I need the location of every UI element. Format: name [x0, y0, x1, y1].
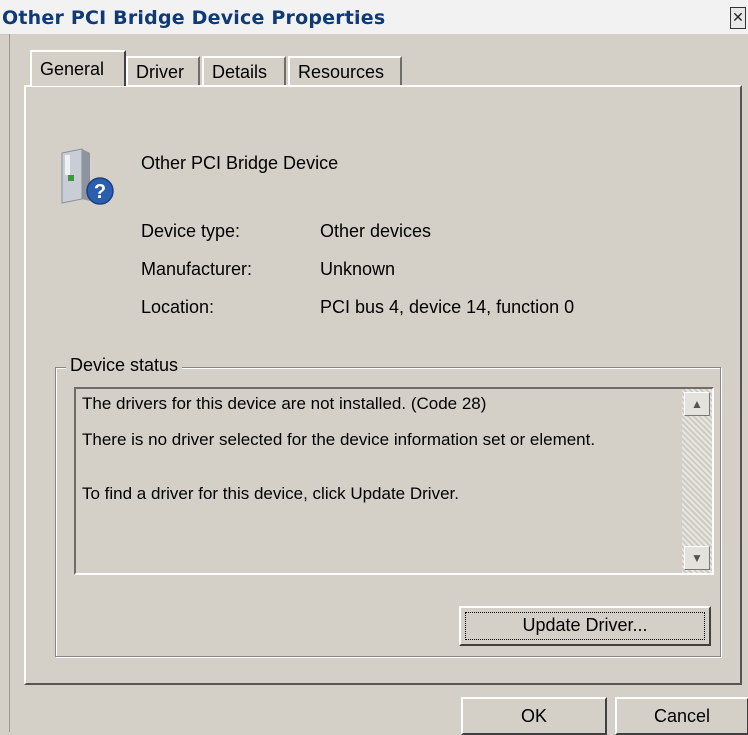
general-panel: ? Other PCI Bridge Device Device type: O…	[24, 85, 742, 685]
close-icon[interactable]: ✕	[730, 7, 746, 29]
unknown-device-icon: ?	[61, 148, 114, 205]
svg-text:?: ?	[94, 181, 106, 203]
status-line: The drivers for this device are not inst…	[82, 394, 487, 413]
cancel-button[interactable]: Cancel	[615, 697, 748, 735]
device-type-value: Other devices	[320, 221, 432, 241]
tab-resources[interactable]: Resources	[288, 56, 402, 85]
location-label: Location:	[141, 297, 215, 317]
ok-button[interactable]: OK	[461, 697, 607, 735]
device-status-label: Device status	[66, 355, 183, 376]
focus-rectangle	[465, 612, 705, 640]
manufacturer-label: Manufacturer:	[141, 259, 253, 279]
scroll-down-icon[interactable]: ▼	[684, 546, 710, 570]
location-value: PCI bus 4, device 14, function 0	[320, 297, 575, 317]
status-scrollbar[interactable]: ▲ ▼	[682, 389, 712, 573]
device-type-label: Device type:	[141, 221, 241, 241]
status-line: There is no driver selected for the devi…	[82, 430, 596, 449]
status-line: To find a driver for this device, click …	[82, 484, 459, 503]
properties-dialog: General Driver Details Resources ? Other…	[9, 34, 748, 735]
window-title: Other PCI Bridge Device Properties	[2, 7, 386, 29]
scroll-up-icon[interactable]: ▲	[684, 392, 710, 416]
tab-driver[interactable]: Driver	[126, 56, 200, 85]
device-name: Other PCI Bridge Device	[141, 153, 339, 173]
device-status-text[interactable]: The drivers for this device are not inst…	[74, 387, 714, 575]
manufacturer-value: Unknown	[320, 259, 396, 279]
tab-details[interactable]: Details	[202, 56, 286, 85]
status-message: The drivers for this device are not inst…	[82, 393, 672, 505]
update-driver-button[interactable]: Update Driver...	[459, 606, 711, 646]
tab-general[interactable]: General	[30, 50, 126, 86]
title-bar: Other PCI Bridge Device Properties ✕	[0, 0, 748, 35]
